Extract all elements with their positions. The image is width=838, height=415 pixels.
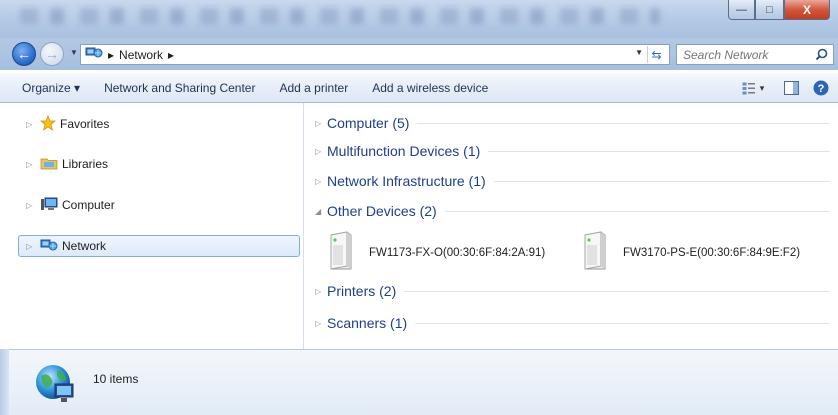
group-collapse-icon[interactable]: ◢ xyxy=(315,207,327,216)
group-label: Computer (5) xyxy=(327,115,410,131)
window-controls: — □ X xyxy=(728,0,830,20)
organize-menu[interactable]: Organize ▾ xyxy=(0,73,92,102)
group-divider xyxy=(488,150,830,152)
group-header-computer[interactable]: ▷ Computer (5) xyxy=(315,113,830,133)
device-tower-icon xyxy=(327,231,353,274)
group-header-network-infrastructure[interactable]: ▷ Network Infrastructure (1) xyxy=(315,171,830,191)
forward-button[interactable]: → xyxy=(40,42,64,66)
sidebar-item-label: Computer xyxy=(62,198,115,212)
group-header-multifunction-devices[interactable]: ▷ Multifunction Devices (1) xyxy=(315,141,830,161)
sidebar-item-label: Libraries xyxy=(62,157,109,171)
search-icon[interactable] xyxy=(815,48,828,64)
address-dropdown-arrow[interactable]: ▼ xyxy=(635,48,643,57)
device-item[interactable]: FW1173-FX-O(00:30:6F:84:2A:91) xyxy=(327,231,545,274)
group-header-other-devices[interactable]: ◢ Other Devices (2) xyxy=(315,201,830,221)
svg-text:?: ? xyxy=(818,83,825,95)
help-button[interactable]: ? xyxy=(812,79,830,97)
minimize-button[interactable]: — xyxy=(728,0,755,20)
address-bar[interactable]: ▸ Network ▸ ▼ ⇆ xyxy=(80,44,670,65)
device-name: FW1173-FX-O(00:30:6F:84:2A:91) xyxy=(369,246,546,259)
device-item[interactable]: FW3170-PS-E(00:30:6F:84:9E:F2) xyxy=(581,231,800,274)
preview-pane-icon xyxy=(783,81,799,95)
group-divider xyxy=(444,210,830,212)
expand-arrow-icon[interactable]: ▷ xyxy=(26,201,36,210)
back-arrow-icon: ← xyxy=(17,46,31,62)
refresh-icon: ⇆ xyxy=(651,47,662,62)
search-box[interactable] xyxy=(676,44,834,65)
view-icon xyxy=(742,82,755,94)
group-expand-icon[interactable]: ▷ xyxy=(315,287,327,296)
details-pane: 10 items xyxy=(9,349,838,415)
libraries-icon xyxy=(40,155,58,174)
group-divider xyxy=(493,180,830,182)
breadcrumb-separator[interactable]: ▸ xyxy=(168,48,174,62)
help-icon: ? xyxy=(813,80,829,96)
blurred-title-region xyxy=(20,8,660,24)
group-divider xyxy=(417,122,830,124)
device-name: FW3170-PS-E(00:30:6F:84:9E:F2) xyxy=(623,246,801,259)
computer-icon xyxy=(40,196,58,215)
breadcrumb-network[interactable]: Network xyxy=(119,48,163,62)
change-view-button[interactable]: ▾ xyxy=(736,79,770,97)
maximize-button[interactable]: □ xyxy=(755,0,784,20)
group-divider xyxy=(415,322,830,324)
command-bar: Organize ▾ Network and Sharing Center Ad… xyxy=(0,72,838,103)
refresh-button[interactable]: ⇆ xyxy=(647,46,665,63)
search-input[interactable] xyxy=(683,47,803,62)
add-printer-button[interactable]: Add a printer xyxy=(267,73,360,102)
view-controls: ▾ ? xyxy=(736,79,830,97)
group-label: Printers (2) xyxy=(327,283,397,299)
sidebar-item-network[interactable]: ▷ Network xyxy=(18,235,300,257)
star-icon xyxy=(40,114,56,134)
breadcrumb-separator[interactable]: ▸ xyxy=(108,48,114,62)
network-icon xyxy=(85,46,103,63)
preview-pane-button[interactable] xyxy=(782,79,800,97)
sidebar-item-label: Favorites xyxy=(60,117,110,131)
group-expand-icon[interactable]: ▷ xyxy=(315,319,327,328)
back-button[interactable]: ← xyxy=(12,42,36,66)
view-dropdown-arrow: ▾ xyxy=(759,82,765,93)
item-count: 10 items xyxy=(93,372,139,386)
content-pane: ▷ Computer (5) ▷ Multifunction Devices (… xyxy=(305,103,838,349)
title-bar: — □ X xyxy=(0,0,838,38)
expand-arrow-icon[interactable]: ▷ xyxy=(26,160,36,169)
network-sharing-center-button[interactable]: Network and Sharing Center xyxy=(92,73,267,102)
group-label: Multifunction Devices (1) xyxy=(327,143,481,159)
group-expand-icon[interactable]: ▷ xyxy=(315,147,327,156)
sidebar-item-label: Network xyxy=(62,239,107,253)
breadcrumb: ▸ Network ▸ xyxy=(85,46,174,63)
group-header-printers[interactable]: ▷ Printers (2) xyxy=(315,281,830,301)
network-globe-icon xyxy=(33,362,79,409)
group-header-scanners[interactable]: ▷ Scanners (1) xyxy=(315,313,830,333)
network-icon xyxy=(40,237,58,256)
group-expand-icon[interactable]: ▷ xyxy=(315,119,327,128)
device-tower-icon xyxy=(581,231,607,274)
recent-pages-dropdown[interactable]: ▼ xyxy=(70,48,78,57)
navigation-pane: ▷ Favorites ▷ Libraries ▷ Computer ▷ Net… xyxy=(0,103,304,349)
sidebar-item-libraries[interactable]: ▷ Libraries xyxy=(26,153,300,175)
address-row: ← → ▼ ▸ Network ▸ ▼ ⇆ xyxy=(0,38,838,70)
group-expand-icon[interactable]: ▷ xyxy=(315,177,327,186)
group-divider xyxy=(404,290,830,292)
group-label: Network Infrastructure (1) xyxy=(327,173,486,189)
group-label: Scanners (1) xyxy=(327,315,408,331)
group-label: Other Devices (2) xyxy=(327,203,437,219)
expand-arrow-icon[interactable]: ▷ xyxy=(26,242,36,251)
close-button[interactable]: X xyxy=(784,0,830,20)
sidebar-item-computer[interactable]: ▷ Computer xyxy=(26,194,300,216)
expand-arrow-icon[interactable]: ▷ xyxy=(26,120,36,129)
sidebar-item-favorites[interactable]: ▷ Favorites xyxy=(26,113,300,135)
add-wireless-device-button[interactable]: Add a wireless device xyxy=(360,73,500,102)
forward-arrow-icon: → xyxy=(45,46,59,62)
